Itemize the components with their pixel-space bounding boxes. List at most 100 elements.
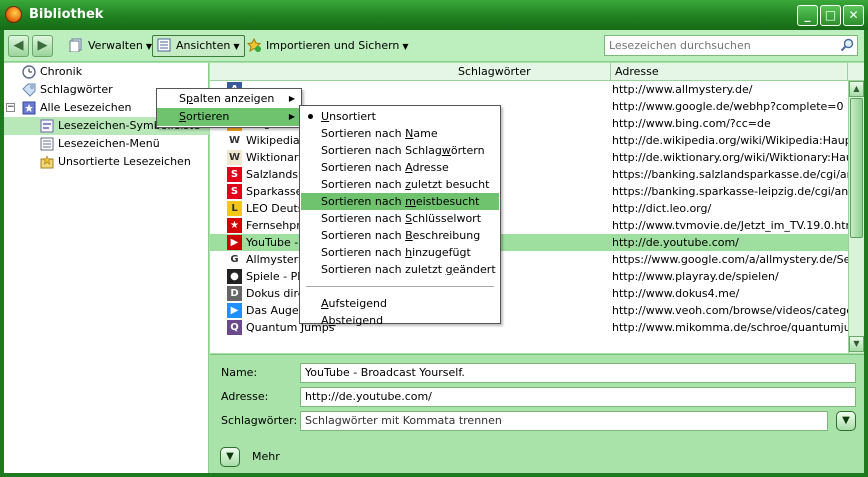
google-icon: G bbox=[227, 252, 242, 267]
sidebar-item-label: Chronik bbox=[40, 65, 83, 78]
address-field[interactable]: http://de.youtube.com/ bbox=[300, 387, 856, 407]
collapse-toggle[interactable]: − bbox=[6, 103, 15, 112]
sidebar-item-unsorted-bookmarks[interactable]: Unsortierte Lesezeichen bbox=[4, 153, 209, 171]
search-icon[interactable] bbox=[840, 38, 854, 52]
search-input[interactable] bbox=[605, 36, 830, 55]
menu-item-sort-option[interactable]: Sortieren nach zuletzt geändert bbox=[301, 261, 499, 278]
sidebar-item-label: Lesezeichen-Menü bbox=[58, 137, 160, 150]
unsorted-bookmarks-icon bbox=[40, 155, 54, 169]
bookmark-address: https://banking.sparkasse-leipzig.de/cgi… bbox=[612, 185, 848, 198]
sidebar-item-label: Schlagwörter bbox=[40, 83, 113, 96]
menu-item-label: Sortieren nach bbox=[321, 212, 406, 225]
wiktionary-icon: W bbox=[227, 150, 242, 165]
address-label: Adresse: bbox=[221, 390, 269, 403]
caret-down-icon: ▼ bbox=[402, 42, 409, 51]
menu-item-sort-option[interactable]: Sortieren nach Name bbox=[301, 125, 499, 142]
tvmovie-icon: ★ bbox=[227, 218, 242, 233]
menu-item-sort-option[interactable]: Sortieren nach meistbesucht bbox=[301, 193, 499, 210]
scrollbar-thumb[interactable] bbox=[850, 98, 863, 238]
menu-item-sort-option[interactable]: Unsortiert bbox=[301, 108, 499, 125]
sparkasse-icon: S bbox=[227, 184, 242, 199]
chevron-down-icon: ▼ bbox=[842, 415, 850, 426]
vertical-scrollbar[interactable]: ▲ ▼ bbox=[848, 81, 864, 353]
menu-item-label: steigend bbox=[335, 314, 384, 327]
menu-item-sort-direction[interactable]: Absteigend bbox=[301, 312, 499, 329]
sidebar-item-label: Unsortierte Lesezeichen bbox=[58, 155, 191, 168]
bookmark-address: http://www.tvmovie.de/Jetzt_im_TV.19.0.h… bbox=[612, 219, 848, 232]
menu-item-sort-option[interactable]: Sortieren nach Schlüsselwort bbox=[301, 210, 499, 227]
menu-item-label: alten anzeigen bbox=[192, 92, 275, 105]
column-header-tags[interactable]: Schlagwörter bbox=[454, 63, 611, 81]
more-label[interactable]: Mehr bbox=[252, 448, 280, 466]
leo-icon: L bbox=[227, 201, 242, 216]
tags-expand-button[interactable]: ▼ bbox=[836, 411, 856, 431]
views-label: Ansichten bbox=[176, 39, 231, 52]
scroll-up-arrow-icon[interactable]: ▲ bbox=[849, 81, 864, 97]
title-bar: Bibliothek _ □ ✕ bbox=[0, 0, 868, 30]
menu-item-label: Sortieren nach bbox=[321, 195, 406, 208]
submenu-arrow-icon: ▶ bbox=[288, 94, 295, 103]
maximize-button[interactable]: □ bbox=[820, 5, 841, 26]
views-menu-button[interactable]: Ansichten ▼ bbox=[152, 35, 245, 57]
bookmark-address: http://www.bing.com/?cc=de bbox=[612, 117, 771, 130]
library-window: Bibliothek _ □ ✕ ◀ ▶ Verwalten ▼ Ansichte… bbox=[0, 0, 868, 477]
organize-icon bbox=[69, 38, 82, 52]
table-row[interactable]: Ahttp://www.allmystery.de/ bbox=[210, 81, 848, 98]
menu-item-sort[interactable]: Sortieren ▶ bbox=[157, 108, 301, 126]
back-button[interactable]: ◀ bbox=[8, 35, 29, 57]
menu-item-label: inzugefügt bbox=[412, 246, 471, 259]
organize-label: Verwalten bbox=[88, 39, 143, 52]
clock-icon bbox=[22, 65, 36, 79]
menu-item-accesskey: b bbox=[328, 314, 336, 327]
minimize-button[interactable]: _ bbox=[797, 5, 818, 26]
forward-button[interactable]: ▶ bbox=[32, 35, 53, 57]
views-icon bbox=[157, 38, 171, 52]
caret-down-icon: ▼ bbox=[233, 42, 240, 51]
close-button[interactable]: ✕ bbox=[843, 5, 864, 26]
menu-item-sort-option[interactable]: Sortieren nach Beschreibung bbox=[301, 227, 499, 244]
sidebar-item-history[interactable]: Chronik bbox=[4, 63, 209, 81]
more-toggle-button[interactable]: ▼ bbox=[220, 447, 240, 467]
search-box[interactable] bbox=[604, 35, 858, 56]
bookmark-address: http://www.playray.de/spielen/ bbox=[612, 270, 779, 283]
menu-item-label: eändert bbox=[452, 263, 496, 276]
submenu-arrow-icon: ▶ bbox=[288, 112, 295, 121]
menu-item-label: Sortieren nach zuletzt bbox=[321, 263, 446, 276]
bookmark-address: http://www.veoh.com/browse/videos/catego… bbox=[612, 304, 848, 317]
bookmark-address: http://de.wikipedia.org/wiki/Wikipedia:H… bbox=[612, 134, 848, 147]
window-title: Bibliothek bbox=[29, 7, 104, 22]
import-star-icon bbox=[247, 38, 261, 52]
menu-item-label: dresse bbox=[412, 161, 449, 174]
menu-item-sort-option[interactable]: Sortieren nach zuletzt besucht bbox=[301, 176, 499, 193]
menu-item-sort-option[interactable]: Sortieren nach Schlagwörtern bbox=[301, 142, 499, 159]
organize-menu-button[interactable]: Verwalten ▼ bbox=[64, 35, 157, 57]
firefox-icon bbox=[5, 6, 22, 23]
menu-item-label: Sortieren nach bbox=[321, 178, 406, 191]
menu-item-label: Sortieren nach bbox=[321, 127, 406, 140]
bookmark-address: https://banking.salzlandsparkasse.de/cgi… bbox=[612, 168, 848, 181]
menu-item-show-columns[interactable]: Spalten anzeigen ▶ bbox=[157, 90, 301, 108]
name-label: Name: bbox=[221, 366, 258, 379]
bookmark-address: https://www.google.com/a/allmystery.de/S… bbox=[612, 253, 848, 266]
scroll-down-arrow-icon[interactable]: ▼ bbox=[849, 336, 864, 352]
menu-item-label: ufsteigend bbox=[328, 297, 387, 310]
sidebar-item-bookmarks-menu[interactable]: Lesezeichen-Menü bbox=[4, 135, 209, 153]
menu-item-label: eistbesucht bbox=[415, 195, 480, 208]
bookmark-address: http://www.dokus4.me/ bbox=[612, 287, 740, 300]
name-field[interactable]: YouTube - Broadcast Yourself. bbox=[300, 363, 856, 383]
veoh-icon: ▶ bbox=[227, 303, 242, 318]
menu-item-label: Sortieren nach bbox=[321, 161, 406, 174]
column-header-address[interactable]: Adresse bbox=[611, 63, 848, 81]
menu-item-label: uletzt besucht bbox=[410, 178, 490, 191]
tags-field[interactable]: Schlagwörter mit Kommata trennen bbox=[300, 411, 828, 431]
menu-item-sort-option[interactable]: Sortieren nach hinzugefügt bbox=[301, 244, 499, 261]
import-backup-menu-button[interactable]: Importieren und Sichern ▼ bbox=[242, 35, 414, 57]
menu-item-label: örtern bbox=[450, 144, 485, 157]
menu-item-sort-direction[interactable]: Aufsteigend bbox=[301, 295, 499, 312]
menu-item-sort-option[interactable]: Sortieren nach Adresse bbox=[301, 159, 499, 176]
chevron-down-icon: ▼ bbox=[226, 451, 234, 462]
import-backup-label: Importieren und Sichern bbox=[266, 39, 400, 52]
menu-item-accesskey: A bbox=[321, 297, 329, 310]
menu-item-label: A bbox=[321, 314, 329, 327]
menu-item-accesskey: w bbox=[441, 144, 451, 157]
